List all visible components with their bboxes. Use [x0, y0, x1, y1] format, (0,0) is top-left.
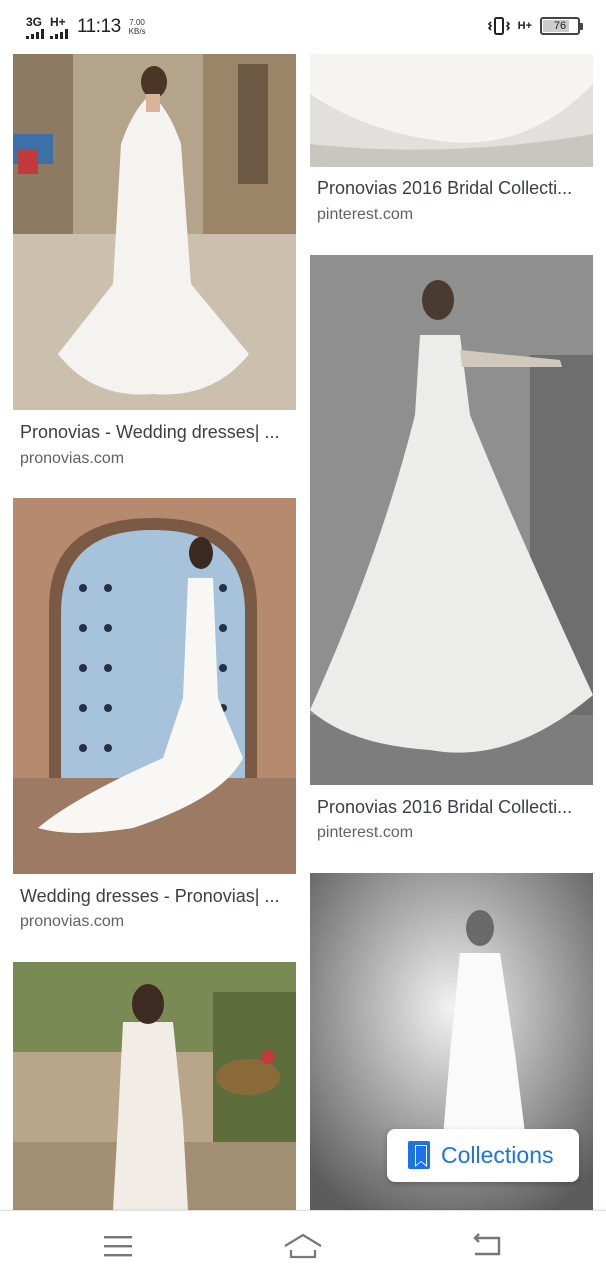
- result-image[interactable]: [310, 255, 593, 785]
- home-button[interactable]: [283, 1229, 323, 1263]
- navigation-bar: [0, 1210, 606, 1280]
- result-source[interactable]: pronovias.com: [20, 450, 124, 468]
- collections-label: Collections: [441, 1142, 554, 1168]
- network-speed: 7.00 KB/s: [129, 18, 146, 36]
- status-left: 3G H+ 11:13 7.00 KB/s: [26, 14, 146, 40]
- menu-icon: [104, 1236, 132, 1257]
- status-bar: 3G H+ 11:13 7.00 KB/s H+ 76: [0, 0, 606, 54]
- back-icon: [473, 1233, 501, 1256]
- back-button[interactable]: [467, 1229, 507, 1263]
- result-title[interactable]: Pronovias - Wedding dresses| ...: [20, 422, 288, 443]
- speed-unit: KB/s: [128, 27, 146, 36]
- result-source[interactable]: pronovias.com: [20, 913, 124, 931]
- menu-button[interactable]: [98, 1229, 138, 1263]
- bookmark-icon: [408, 1140, 430, 1169]
- result-card[interactable]: Pronovias 2016 Bridal Collecti... pinter…: [310, 255, 593, 850]
- result-title[interactable]: Wedding dresses - Pronovias| ...: [20, 886, 288, 907]
- result-title[interactable]: Pronovias 2016 Bridal Collecti...: [317, 178, 585, 199]
- collections-button[interactable]: Collections: [387, 1129, 579, 1182]
- result-card[interactable]: Wedding dresses - Pronovias| ... pronovi…: [13, 498, 296, 938]
- result-image[interactable]: [13, 498, 296, 874]
- vibrate-icon: [487, 17, 510, 35]
- result-card[interactable]: Pronovias - Wedding dresses| ... pronovi…: [13, 54, 296, 474]
- status-right: H+ 76: [487, 15, 583, 37]
- result-source[interactable]: pinterest.com: [317, 206, 413, 224]
- speed-value: 7.00: [129, 18, 145, 27]
- clock: 11:13: [77, 16, 121, 37]
- home-icon: [284, 1233, 322, 1259]
- result-image[interactable]: [13, 962, 296, 1210]
- network-type-1: 3G: [26, 14, 43, 29]
- result-card[interactable]: [13, 962, 296, 1210]
- signal-icon: H+: [50, 16, 68, 39]
- result-image[interactable]: [310, 54, 593, 167]
- network-type-right: H+: [517, 20, 532, 32]
- battery-percent: 76: [553, 20, 567, 32]
- battery-icon: 76: [540, 17, 583, 35]
- result-title[interactable]: Pronovias 2016 Bridal Collecti...: [317, 797, 585, 818]
- signal-icon: 3G: [26, 16, 44, 39]
- result-source[interactable]: pinterest.com: [317, 824, 413, 842]
- result-card[interactable]: Pronovias 2016 Bridal Collecti... pinter…: [310, 54, 593, 234]
- network-type-2: H+: [50, 14, 66, 29]
- result-image[interactable]: [13, 54, 296, 410]
